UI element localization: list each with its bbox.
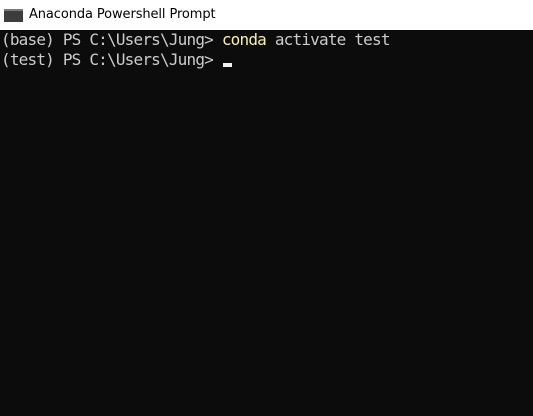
text-cursor <box>222 63 232 67</box>
console-command-args: activate test <box>266 30 391 49</box>
console-line: (base) PS C:\Users\Jung> conda activate … <box>1 30 390 50</box>
window-title: Anaconda Powershell Prompt <box>29 7 216 22</box>
terminal-window: Anaconda Powershell Prompt (base) PS C:\… <box>0 0 533 416</box>
console-prompt: (base) PS C:\Users\Jung> <box>1 30 222 49</box>
console-output[interactable]: (base) PS C:\Users\Jung> conda activate … <box>0 30 533 416</box>
console-line: (test) PS C:\Users\Jung> <box>1 50 232 70</box>
title-bar[interactable]: Anaconda Powershell Prompt <box>0 0 533 30</box>
console-prompt: (test) PS C:\Users\Jung> <box>1 50 222 69</box>
console-window-icon[interactable] <box>4 8 23 22</box>
console-command: conda <box>221 30 267 49</box>
